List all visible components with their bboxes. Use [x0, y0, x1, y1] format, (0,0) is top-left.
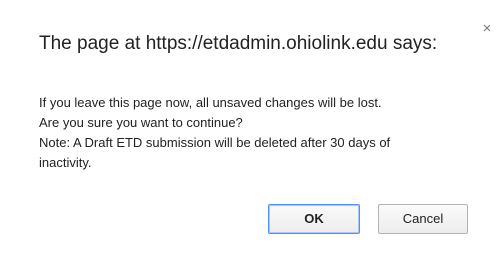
- close-icon[interactable]: ×: [480, 21, 494, 36]
- dialog-button-row: OK Cancel: [0, 204, 502, 270]
- message-line: If you leave this page now, all unsaved …: [39, 95, 382, 110]
- cancel-button[interactable]: Cancel: [378, 204, 468, 234]
- dialog-title: The page at https://etdadmin.ohiolink.ed…: [39, 33, 438, 54]
- message-line: Note: A Draft ETD submission will be del…: [39, 135, 391, 150]
- message-line: inactivity.: [39, 155, 92, 170]
- ok-button[interactable]: OK: [268, 204, 360, 234]
- dialog-message: If you leave this page now, all unsaved …: [39, 93, 489, 173]
- confirm-dialog: × The page at https://etdadmin.ohiolink.…: [0, 0, 502, 270]
- message-line: Are you sure you want to continue?: [39, 115, 243, 130]
